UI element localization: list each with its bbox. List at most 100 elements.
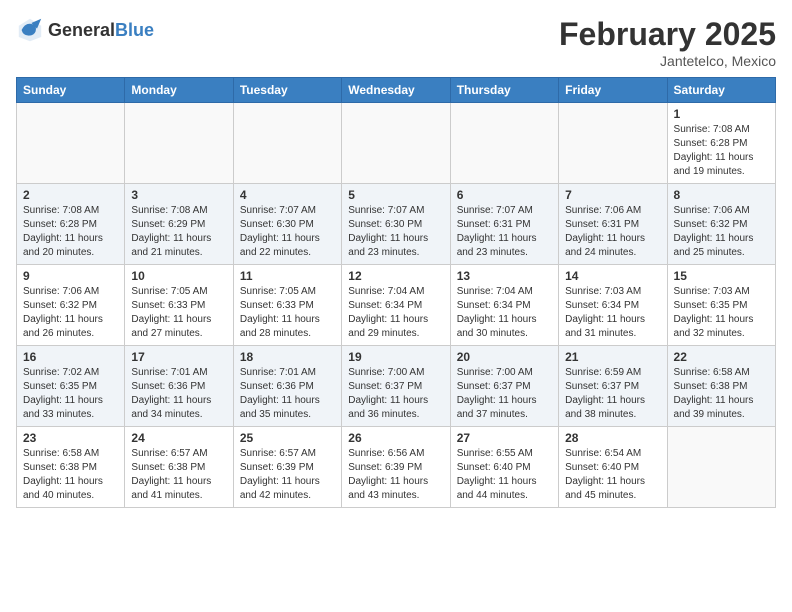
calendar-day-cell: 18 Sunrise: 7:01 AMSunset: 6:36 PMDayligh…	[233, 346, 341, 427]
calendar-day-cell	[17, 103, 125, 184]
day-info: Sunrise: 7:08 AMSunset: 6:28 PMDaylight:…	[23, 204, 118, 260]
calendar-day-cell: 28 Sunrise: 6:54 AMSunset: 6:40 PMDayligh…	[559, 427, 667, 508]
calendar-day-cell: 2 Sunrise: 7:08 AMSunset: 6:28 PMDaylight…	[17, 184, 125, 265]
day-info: Sunrise: 7:06 AMSunset: 6:32 PMDaylight:…	[23, 285, 118, 341]
day-number: 25	[240, 431, 335, 445]
day-info: Sunrise: 7:08 AMSunset: 6:28 PMDaylight:…	[674, 123, 769, 179]
column-header-sunday: Sunday	[17, 78, 125, 103]
day-number: 19	[348, 350, 443, 364]
calendar-day-cell: 4Sunrise: 7:07 AMSunset: 6:30 PMDaylight…	[233, 184, 341, 265]
calendar-day-cell: 19 Sunrise: 7:00 AMSunset: 6:37 PMDayligh…	[342, 346, 450, 427]
day-info: Sunrise: 7:04 AMSunset: 6:34 PMDaylight:…	[348, 285, 443, 341]
calendar-day-cell	[559, 103, 667, 184]
day-info: Sunrise: 6:56 AMSunset: 6:39 PMDaylight:…	[348, 447, 443, 503]
calendar-day-cell: 25 Sunrise: 6:57 AMSunset: 6:39 PMDayligh…	[233, 427, 341, 508]
day-number: 28	[565, 431, 660, 445]
logo-general: General	[48, 20, 115, 40]
day-number: 2	[23, 188, 118, 202]
day-info: Sunrise: 7:05 AMSunset: 6:33 PMDaylight:…	[240, 285, 335, 341]
calendar-day-cell: 9 Sunrise: 7:06 AMSunset: 6:32 PMDaylight…	[17, 265, 125, 346]
calendar-day-cell: 20Sunrise: 7:00 AMSunset: 6:37 PMDayligh…	[450, 346, 558, 427]
day-info: Sunrise: 6:58 AMSunset: 6:38 PMDaylight:…	[23, 447, 118, 503]
column-header-saturday: Saturday	[667, 78, 775, 103]
calendar-day-cell: 10 Sunrise: 7:05 AMSunset: 6:33 PMDayligh…	[125, 265, 233, 346]
day-info: Sunrise: 7:02 AMSunset: 6:35 PMDaylight:…	[23, 366, 118, 422]
day-number: 26	[348, 431, 443, 445]
calendar-day-cell: 12 Sunrise: 7:04 AMSunset: 6:34 PMDayligh…	[342, 265, 450, 346]
calendar-day-cell: 7Sunrise: 7:06 AMSunset: 6:31 PMDaylight…	[559, 184, 667, 265]
day-info: Sunrise: 7:01 AMSunset: 6:36 PMDaylight:…	[240, 366, 335, 422]
calendar-day-cell: 15Sunrise: 7:03 AMSunset: 6:35 PMDayligh…	[667, 265, 775, 346]
day-number: 6	[457, 188, 552, 202]
logo-blue: Blue	[115, 20, 154, 40]
day-info: Sunrise: 7:06 AMSunset: 6:32 PMDaylight:…	[674, 204, 769, 260]
day-info: Sunrise: 7:05 AMSunset: 6:33 PMDaylight:…	[131, 285, 226, 341]
day-number: 10	[131, 269, 226, 283]
day-info: Sunrise: 7:08 AMSunset: 6:29 PMDaylight:…	[131, 204, 226, 260]
calendar-day-cell: 8 Sunrise: 7:06 AMSunset: 6:32 PMDaylight…	[667, 184, 775, 265]
column-header-wednesday: Wednesday	[342, 78, 450, 103]
day-info: Sunrise: 7:07 AMSunset: 6:31 PMDaylight:…	[457, 204, 552, 260]
calendar-day-cell: 23Sunrise: 6:58 AMSunset: 6:38 PMDayligh…	[17, 427, 125, 508]
day-number: 15	[674, 269, 769, 283]
day-info: Sunrise: 6:58 AMSunset: 6:38 PMDaylight:…	[674, 366, 769, 422]
day-number: 8	[674, 188, 769, 202]
calendar-day-cell: 26 Sunrise: 6:56 AMSunset: 6:39 PMDayligh…	[342, 427, 450, 508]
calendar-day-cell: 1 Sunrise: 7:08 AMSunset: 6:28 PMDaylight…	[667, 103, 775, 184]
calendar-day-cell: 22 Sunrise: 6:58 AMSunset: 6:38 PMDayligh…	[667, 346, 775, 427]
column-header-monday: Monday	[125, 78, 233, 103]
day-number: 3	[131, 188, 226, 202]
title-block: February 2025 Jantetelco, Mexico	[559, 16, 776, 69]
logo-text: GeneralBlue	[48, 20, 154, 41]
day-number: 11	[240, 269, 335, 283]
calendar-day-cell	[125, 103, 233, 184]
day-info: Sunrise: 7:00 AMSunset: 6:37 PMDaylight:…	[348, 366, 443, 422]
calendar-day-cell: 17 Sunrise: 7:01 AMSunset: 6:36 PMDayligh…	[125, 346, 233, 427]
day-info: Sunrise: 7:07 AMSunset: 6:30 PMDaylight:…	[348, 204, 443, 260]
month-title: February 2025	[559, 16, 776, 53]
day-number: 13	[457, 269, 552, 283]
calendar-day-cell: 14 Sunrise: 7:03 AMSunset: 6:34 PMDayligh…	[559, 265, 667, 346]
calendar-day-cell: 3 Sunrise: 7:08 AMSunset: 6:29 PMDaylight…	[125, 184, 233, 265]
calendar-day-cell	[233, 103, 341, 184]
day-number: 16	[23, 350, 118, 364]
day-number: 24	[131, 431, 226, 445]
day-number: 14	[565, 269, 660, 283]
calendar-day-cell: 5Sunrise: 7:07 AMSunset: 6:30 PMDaylight…	[342, 184, 450, 265]
day-number: 1	[674, 107, 769, 121]
calendar-day-cell: 16 Sunrise: 7:02 AMSunset: 6:35 PMDayligh…	[17, 346, 125, 427]
day-info: Sunrise: 7:04 AMSunset: 6:34 PMDaylight:…	[457, 285, 552, 341]
calendar-day-cell: 21 Sunrise: 6:59 AMSunset: 6:37 PMDayligh…	[559, 346, 667, 427]
calendar-day-cell: 27 Sunrise: 6:55 AMSunset: 6:40 PMDayligh…	[450, 427, 558, 508]
day-number: 18	[240, 350, 335, 364]
calendar-week-row: 1 Sunrise: 7:08 AMSunset: 6:28 PMDaylight…	[17, 103, 776, 184]
logo: GeneralBlue	[16, 16, 154, 44]
calendar-day-cell: 24 Sunrise: 6:57 AMSunset: 6:38 PMDayligh…	[125, 427, 233, 508]
day-number: 9	[23, 269, 118, 283]
day-info: Sunrise: 6:55 AMSunset: 6:40 PMDaylight:…	[457, 447, 552, 503]
day-info: Sunrise: 6:57 AMSunset: 6:39 PMDaylight:…	[240, 447, 335, 503]
column-header-thursday: Thursday	[450, 78, 558, 103]
column-header-friday: Friday	[559, 78, 667, 103]
page-header: GeneralBlue February 2025 Jantetelco, Me…	[16, 16, 776, 69]
day-number: 17	[131, 350, 226, 364]
day-number: 12	[348, 269, 443, 283]
day-info: Sunrise: 7:03 AMSunset: 6:34 PMDaylight:…	[565, 285, 660, 341]
day-info: Sunrise: 6:57 AMSunset: 6:38 PMDaylight:…	[131, 447, 226, 503]
day-number: 4	[240, 188, 335, 202]
day-number: 22	[674, 350, 769, 364]
calendar-day-cell: 13 Sunrise: 7:04 AMSunset: 6:34 PMDayligh…	[450, 265, 558, 346]
location: Jantetelco, Mexico	[559, 53, 776, 69]
day-number: 27	[457, 431, 552, 445]
column-header-tuesday: Tuesday	[233, 78, 341, 103]
calendar-header-row: SundayMondayTuesdayWednesdayThursdayFrid…	[17, 78, 776, 103]
day-number: 21	[565, 350, 660, 364]
calendar-day-cell	[450, 103, 558, 184]
day-info: Sunrise: 7:01 AMSunset: 6:36 PMDaylight:…	[131, 366, 226, 422]
day-info: Sunrise: 7:06 AMSunset: 6:31 PMDaylight:…	[565, 204, 660, 260]
day-info: Sunrise: 6:54 AMSunset: 6:40 PMDaylight:…	[565, 447, 660, 503]
logo-icon	[16, 16, 44, 44]
calendar-day-cell	[342, 103, 450, 184]
day-info: Sunrise: 6:59 AMSunset: 6:37 PMDaylight:…	[565, 366, 660, 422]
calendar-week-row: 16 Sunrise: 7:02 AMSunset: 6:35 PMDayligh…	[17, 346, 776, 427]
